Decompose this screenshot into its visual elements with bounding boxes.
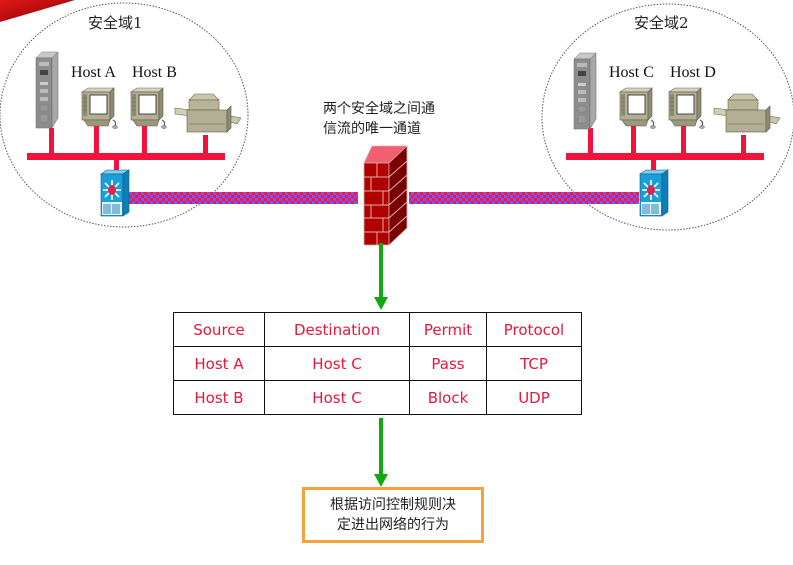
lan-bus (566, 153, 764, 160)
lan-bus (27, 153, 225, 160)
result-text-line-2: 定进出网络的行为 (337, 517, 449, 533)
server-tower-icon (35, 51, 59, 129)
cell-protocol: TCP (486, 346, 582, 381)
firewall-note-line-2: 信流的唯一通道 (323, 121, 421, 137)
host-b-label: Host B (132, 64, 177, 81)
backbone-link-right (409, 192, 639, 204)
firewall-note-line-1: 两个安全域之间通 (323, 101, 435, 117)
cell-source: Host A (173, 346, 265, 381)
result-box: 根据访问控制规则决 定进出网络的行为 (302, 487, 484, 543)
host-a-label: Host A (71, 64, 116, 81)
cell-permit: Pass (409, 346, 487, 381)
cell-permit: Block (409, 380, 487, 415)
host-d-label: Host D (670, 64, 716, 81)
access-control-table: Source Destination Permit Protocol Host … (173, 312, 582, 415)
printer-icon (174, 93, 242, 133)
table-row: Host A Host C Pass TCP (173, 346, 582, 381)
security-domain-2-label: 安全域2 (634, 14, 689, 32)
security-domain-1-label: 安全域1 (88, 14, 143, 32)
cell-destination: Host C (264, 346, 410, 381)
firewall-note: 两个安全域之间通 信流的唯一通道 (323, 99, 435, 139)
cell-protocol: UDP (486, 380, 582, 415)
host-c-label: Host C (609, 64, 654, 81)
workstation-icon-host-c (619, 87, 656, 129)
cell-destination: Host C (264, 380, 410, 415)
corner-decoration (0, 0, 75, 22)
firewall-brick-icon (363, 145, 408, 246)
workstation-icon-host-d (668, 87, 705, 129)
header-permit: Permit (409, 312, 487, 347)
workstation-icon-host-a (81, 87, 118, 129)
header-destination: Destination (264, 312, 410, 347)
workstation-icon-host-b (130, 87, 167, 129)
header-protocol: Protocol (486, 312, 582, 347)
arrow-firewall-to-table (374, 243, 388, 310)
table-row: Host B Host C Block UDP (173, 380, 582, 415)
network-diagram (0, 0, 793, 487)
backbone-link-left (128, 192, 358, 204)
multilayer-switch-icon (639, 169, 669, 217)
printer-icon (713, 93, 781, 133)
table-header-row: Source Destination Permit Protocol (173, 312, 582, 347)
arrow-table-to-result (374, 418, 388, 487)
result-text-line-1: 根据访问控制规则决 (330, 497, 456, 513)
cell-source: Host B (173, 380, 265, 415)
server-tower-icon (573, 52, 597, 130)
header-source: Source (173, 312, 265, 347)
result-text: 根据访问控制规则决 定进出网络的行为 (330, 495, 456, 535)
multilayer-switch-icon (100, 169, 130, 217)
